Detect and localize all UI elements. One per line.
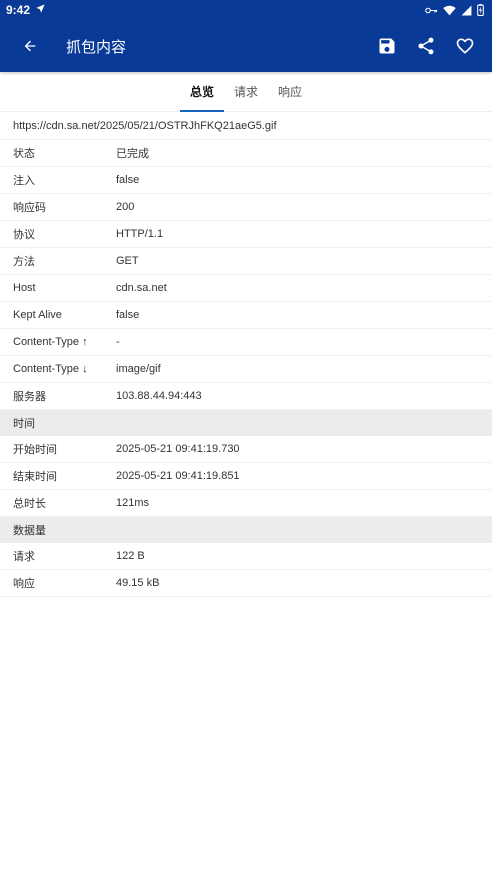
detail-row-end-time: 结束时间 2025-05-21 09:41:19.851 bbox=[0, 463, 492, 490]
overview-list: 状态 已完成 注入 false 响应码 200 协议 HTTP/1.1 方法 G… bbox=[0, 140, 492, 410]
detail-value[interactable]: 49.15 kB bbox=[116, 577, 159, 589]
detail-value[interactable]: false bbox=[116, 174, 139, 186]
detail-row-response-code: 响应码 200 bbox=[0, 194, 492, 221]
tab-response[interactable]: 响应 bbox=[268, 72, 312, 111]
tab-overview[interactable]: 总览 bbox=[179, 72, 224, 112]
detail-row-content-type-up: Content-Type ↑ - bbox=[0, 329, 492, 356]
detail-row-host: Host cdn.sa.net bbox=[0, 275, 492, 302]
detail-value[interactable]: HTTP/1.1 bbox=[116, 228, 163, 240]
detail-value[interactable]: 103.88.44.94:443 bbox=[116, 390, 202, 402]
detail-row-injected: 注入 false bbox=[0, 167, 492, 194]
battery-icon bbox=[477, 4, 484, 16]
detail-value[interactable]: 122 B bbox=[116, 550, 145, 562]
detail-value[interactable]: 2025-05-21 09:41:19.730 bbox=[116, 443, 240, 455]
app-bar: 抓包内容 bbox=[0, 20, 492, 72]
wifi-icon bbox=[443, 5, 456, 16]
detail-row-duration: 总时长 121ms bbox=[0, 490, 492, 517]
detail-label: 响应 bbox=[13, 577, 35, 590]
save-icon bbox=[379, 38, 395, 54]
favorite-button[interactable] bbox=[453, 34, 477, 58]
detail-row-response-size: 响应 49.15 kB bbox=[0, 570, 492, 597]
detail-label: 响应码 bbox=[13, 201, 46, 214]
detail-label: 请求 bbox=[13, 550, 35, 563]
detail-label: 服务器 bbox=[13, 390, 46, 403]
detail-row-method: 方法 GET bbox=[0, 248, 492, 275]
detail-value[interactable]: 121ms bbox=[116, 497, 149, 509]
cell-signal-icon bbox=[461, 5, 472, 16]
status-left: 9:42 bbox=[6, 3, 46, 17]
detail-label: 方法 bbox=[13, 255, 35, 268]
status-bar: 9:42 bbox=[0, 0, 492, 20]
detail-value[interactable]: 200 bbox=[116, 201, 134, 213]
detail-value[interactable]: 2025-05-21 09:41:19.851 bbox=[116, 470, 240, 482]
detail-row-start-time: 开始时间 2025-05-21 09:41:19.730 bbox=[0, 436, 492, 463]
vpn-key-icon bbox=[425, 5, 438, 16]
request-url[interactable]: https://cdn.sa.net/2025/05/21/OSTRJhFKQ2… bbox=[0, 112, 492, 140]
detail-value[interactable]: false bbox=[116, 309, 139, 321]
share-icon bbox=[418, 37, 434, 55]
detail-row-status: 状态 已完成 bbox=[0, 140, 492, 167]
status-time: 9:42 bbox=[6, 3, 31, 17]
heart-outline-icon bbox=[456, 38, 474, 54]
toolbar-actions bbox=[375, 34, 477, 58]
share-button[interactable] bbox=[414, 34, 438, 58]
detail-value[interactable]: 已完成 bbox=[116, 145, 149, 161]
detail-label: 结束时间 bbox=[13, 470, 57, 483]
timing-list: 开始时间 2025-05-21 09:41:19.730 结束时间 2025-0… bbox=[0, 436, 492, 517]
detail-label: 开始时间 bbox=[13, 443, 57, 456]
detail-row-request-size: 请求 122 B bbox=[0, 543, 492, 570]
section-header-timing: 时间 bbox=[0, 410, 492, 436]
detail-value[interactable]: - bbox=[116, 336, 120, 348]
detail-value[interactable]: GET bbox=[116, 255, 139, 267]
detail-label: Host bbox=[13, 282, 36, 294]
location-arrow-icon bbox=[35, 3, 46, 17]
section-header-data-size: 数据量 bbox=[0, 517, 492, 543]
tab-bar: 总览 请求 响应 bbox=[0, 72, 492, 112]
detail-label: 状态 bbox=[13, 147, 35, 160]
back-button[interactable] bbox=[18, 34, 42, 58]
arrow-left-icon bbox=[24, 40, 36, 52]
detail-label: 协议 bbox=[13, 228, 35, 241]
detail-row-kept-alive: Kept Alive false bbox=[0, 302, 492, 329]
detail-row-content-type-down: Content-Type ↓ image/gif bbox=[0, 356, 492, 383]
detail-label: Content-Type ↑ bbox=[13, 336, 88, 348]
detail-row-server: 服务器 103.88.44.94:443 bbox=[0, 383, 492, 410]
detail-label: Content-Type ↓ bbox=[13, 363, 88, 375]
tab-request[interactable]: 请求 bbox=[224, 72, 268, 111]
detail-label: 注入 bbox=[13, 174, 35, 187]
detail-label: Kept Alive bbox=[13, 309, 62, 321]
detail-row-protocol: 协议 HTTP/1.1 bbox=[0, 221, 492, 248]
detail-value[interactable]: image/gif bbox=[116, 363, 161, 375]
size-list: 请求 122 B 响应 49.15 kB bbox=[0, 543, 492, 597]
status-right bbox=[425, 4, 484, 16]
save-button[interactable] bbox=[375, 34, 399, 58]
detail-value[interactable]: cdn.sa.net bbox=[116, 282, 167, 294]
detail-label: 总时长 bbox=[13, 497, 46, 510]
page-title: 抓包内容 bbox=[66, 37, 127, 56]
